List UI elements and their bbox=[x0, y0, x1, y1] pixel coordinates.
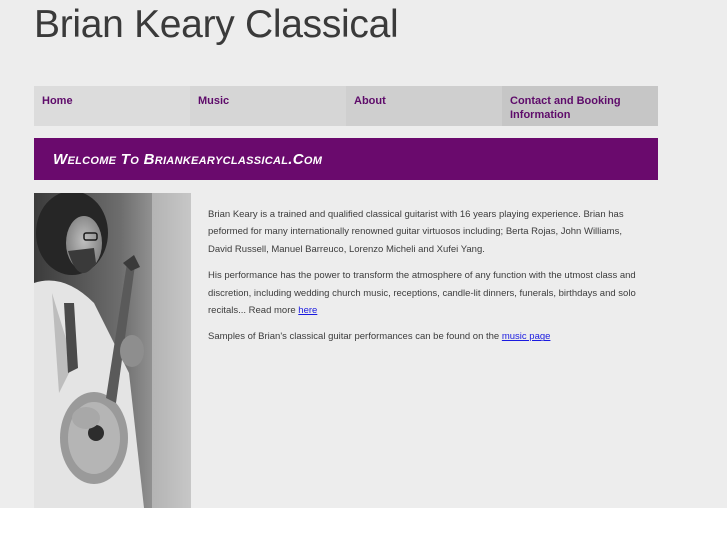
performance-paragraph: His performance has the power to transfo… bbox=[208, 267, 648, 319]
nav-item-about[interactable]: About bbox=[346, 86, 502, 126]
nav-item-contact[interactable]: Contact and Booking Information bbox=[502, 86, 658, 126]
samples-text: Samples of Brian's classical guitar perf… bbox=[208, 331, 502, 343]
site-title: Brian Keary Classical bbox=[34, 3, 399, 46]
music-page-link[interactable]: music page bbox=[502, 331, 551, 342]
read-more-link[interactable]: here bbox=[298, 305, 317, 316]
nav-item-music[interactable]: Music bbox=[190, 86, 346, 126]
guitarist-photo-graphic bbox=[34, 193, 191, 508]
performance-text: His performance has the power to transfo… bbox=[208, 270, 636, 317]
intro-paragraph: Brian Keary is a trained and qualified c… bbox=[208, 209, 624, 255]
guitarist-photo bbox=[34, 193, 191, 508]
samples-paragraph: Samples of Brian's classical guitar perf… bbox=[208, 328, 648, 345]
intro-content: Brian Keary is a trained and qualified c… bbox=[208, 206, 648, 355]
welcome-heading: Welcome To Briankearyclassical.Com bbox=[53, 150, 323, 168]
welcome-banner: Welcome To Briankearyclassical.Com bbox=[34, 138, 658, 180]
nav-item-home[interactable]: Home bbox=[34, 86, 190, 126]
main-nav: Home Music About Contact and Booking Inf… bbox=[34, 86, 658, 126]
